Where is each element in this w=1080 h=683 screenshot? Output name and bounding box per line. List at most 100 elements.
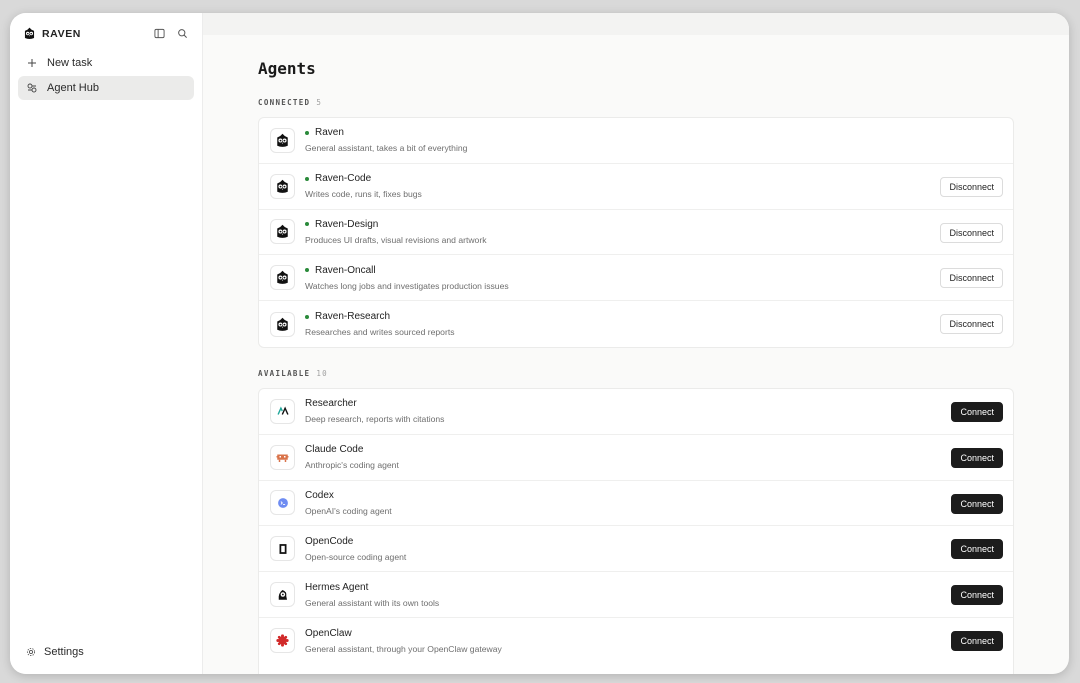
new-task-button[interactable]: New task [18, 51, 194, 75]
agent-name: Codex [305, 489, 334, 501]
available-agents-list: Researcher Deep research, reports with ci… [258, 388, 1014, 674]
agent-name-line: Raven-Design [305, 219, 487, 230]
main-content: Agents CONNECTED 5 Raven General assistant… [203, 13, 1069, 674]
agent-name: Raven-Research [315, 311, 391, 323]
plus-icon [28, 59, 36, 67]
page-title: Agents [258, 59, 316, 78]
raven-logo-icon [270, 127, 295, 153]
agent-description: General assistant, through your OpenClaw… [305, 643, 502, 654]
disconnect-button-raven-research[interactable]: Disconnect [940, 314, 1003, 335]
agent-description: Researches and writes sourced reports [305, 327, 455, 338]
codex-logo-icon [270, 490, 295, 516]
agent-info: Claude Code Anthropic's coding agent [305, 444, 399, 470]
sidebar: RAVEN New task Agent Hub Settings [10, 13, 203, 674]
settings-button[interactable]: Settings [26, 646, 84, 658]
agent-name-line: Codex [305, 490, 392, 501]
agent-name: Hermes Agent [305, 581, 369, 593]
connected-status-dot [305, 222, 309, 227]
agent-name-line: Hermes Agent [305, 582, 439, 593]
agent-row-raven: Raven General assistant, takes a bit of e… [259, 118, 1013, 164]
agent-description: Produces UI drafts, visual revisions and… [305, 234, 487, 245]
agent-description: Writes code, runs it, fixes bugs [305, 189, 422, 200]
disconnect-button-raven-oncall[interactable]: Disconnect [940, 268, 1003, 289]
connect-button-researcher[interactable]: Connect [951, 402, 1003, 422]
openclaw-logo-icon [270, 628, 295, 654]
agent-info: OpenCode Open-source coding agent [305, 536, 406, 562]
top-bar [203, 13, 1069, 35]
agent-description: General assistant with its own tools [305, 597, 440, 608]
agent-name: Raven-Oncall [315, 264, 376, 276]
agent-name: OpenClaw [305, 627, 352, 639]
raven-logo-icon [270, 173, 295, 199]
agent-info: Raven-Design Produces UI drafts, visual r… [305, 219, 487, 245]
agent-name: Raven-Design [315, 218, 379, 230]
raven-logo-icon [270, 219, 295, 245]
opencode-logo-icon [270, 536, 295, 562]
agent-description: OpenAI's coding agent [305, 505, 392, 516]
disconnect-button-raven-design[interactable]: Disconnect [940, 222, 1003, 243]
agent-row-openclaw: OpenClaw General assistant, through your … [259, 618, 1013, 664]
agent-info: Raven-Code Writes code, runs it, fixes bu… [305, 173, 422, 199]
connected-status-dot [305, 130, 309, 135]
agent-info: Researcher Deep research, reports with ci… [305, 398, 444, 424]
app-name: RAVEN [42, 27, 81, 40]
agent-name-line: Raven-Code [305, 173, 422, 184]
section-title: CONNECTED [258, 98, 311, 107]
agent-row-raven-research: Raven-Research Researches and writes sour… [259, 301, 1013, 347]
agent-name-line: Raven-Oncall [305, 265, 509, 276]
agent-row-opencode: OpenCode Open-source coding agent Connect [259, 526, 1013, 573]
agent-name-line: Researcher [305, 398, 444, 409]
agent-name-line: Claude Code [305, 444, 399, 455]
connected-count: 5 [316, 98, 323, 107]
connected-status-dot [305, 268, 309, 273]
agent-info: Raven General assistant, takes a bit of e… [305, 127, 467, 153]
raven-logo-icon [270, 311, 295, 337]
connect-button-hermes-agent[interactable]: Connect [951, 585, 1003, 606]
agent-description: Anthropic's coding agent [305, 460, 399, 471]
agent-description: Open-source coding agent [305, 551, 407, 562]
available-section-label: AVAILABLE 10 [258, 369, 328, 378]
agent-row-raven-code: Raven-Code Writes code, runs it, fixes bu… [259, 164, 1013, 210]
connect-button-opencode[interactable]: Connect [951, 539, 1003, 560]
disconnect-button-raven-code[interactable]: Disconnect [940, 176, 1003, 197]
agent-info: OpenClaw General assistant, through your … [305, 628, 502, 654]
sidebar-nav: New task Agent Hub [18, 51, 194, 101]
available-count: 10 [316, 369, 328, 378]
agent-row-raven-oncall: Raven-Oncall Watches long jobs and invest… [259, 255, 1013, 302]
sidebar-toggle-icon[interactable] [154, 28, 165, 39]
connected-status-dot [305, 176, 309, 181]
raven-logo-icon [270, 265, 295, 291]
connect-button-claude-code[interactable]: Connect [951, 447, 1003, 468]
agent-name: Raven-Code [315, 173, 372, 185]
connected-section-label: CONNECTED 5 [258, 98, 322, 107]
claude-code-logo-icon [270, 444, 295, 470]
agent-name-line: OpenCode [305, 536, 406, 547]
agent-description: Deep research, reports with citations [305, 414, 445, 425]
agent-info: Hermes Agent General assistant with its o… [305, 582, 439, 608]
agent-row-codex: Codex OpenAI's coding agent Connect [259, 481, 1013, 527]
search-icon[interactable] [177, 28, 188, 39]
hermes-logo-icon [270, 582, 295, 608]
agent-row-claude-code: Claude Code Anthropic's coding agent Conne… [259, 435, 1013, 481]
agent-name: OpenCode [305, 535, 354, 547]
agent-name-line: OpenClaw [305, 628, 502, 639]
section-title: AVAILABLE [258, 369, 311, 378]
agent-info: Raven-Research Researches and writes sour… [305, 311, 455, 337]
agent-description: Watches long jobs and investigates produ… [305, 280, 509, 291]
nav-item-label: Agent Hub [47, 82, 99, 94]
brand: RAVEN [23, 27, 81, 40]
connect-button-codex[interactable]: Connect [951, 493, 1003, 514]
agent-name: Researcher [305, 398, 357, 410]
gear-icon [26, 647, 36, 657]
sidebar-item-agent-hub[interactable]: Agent Hub [18, 76, 194, 100]
agent-row-raven-design: Raven-Design Produces UI drafts, visual r… [259, 210, 1013, 256]
nav-item-label: New task [47, 57, 93, 69]
raven-logo-icon [24, 27, 35, 40]
agent-row-hermes-agent: Hermes Agent General assistant with its o… [259, 572, 1013, 618]
agent-name-line: Raven-Research [305, 311, 455, 322]
researcher-logo-icon [270, 398, 295, 424]
connected-status-dot [305, 314, 309, 319]
agent-name-line: Raven [305, 127, 467, 138]
connect-button-openclaw[interactable]: Connect [951, 630, 1003, 651]
agent-description: General assistant, takes a bit of everyt… [305, 143, 468, 154]
